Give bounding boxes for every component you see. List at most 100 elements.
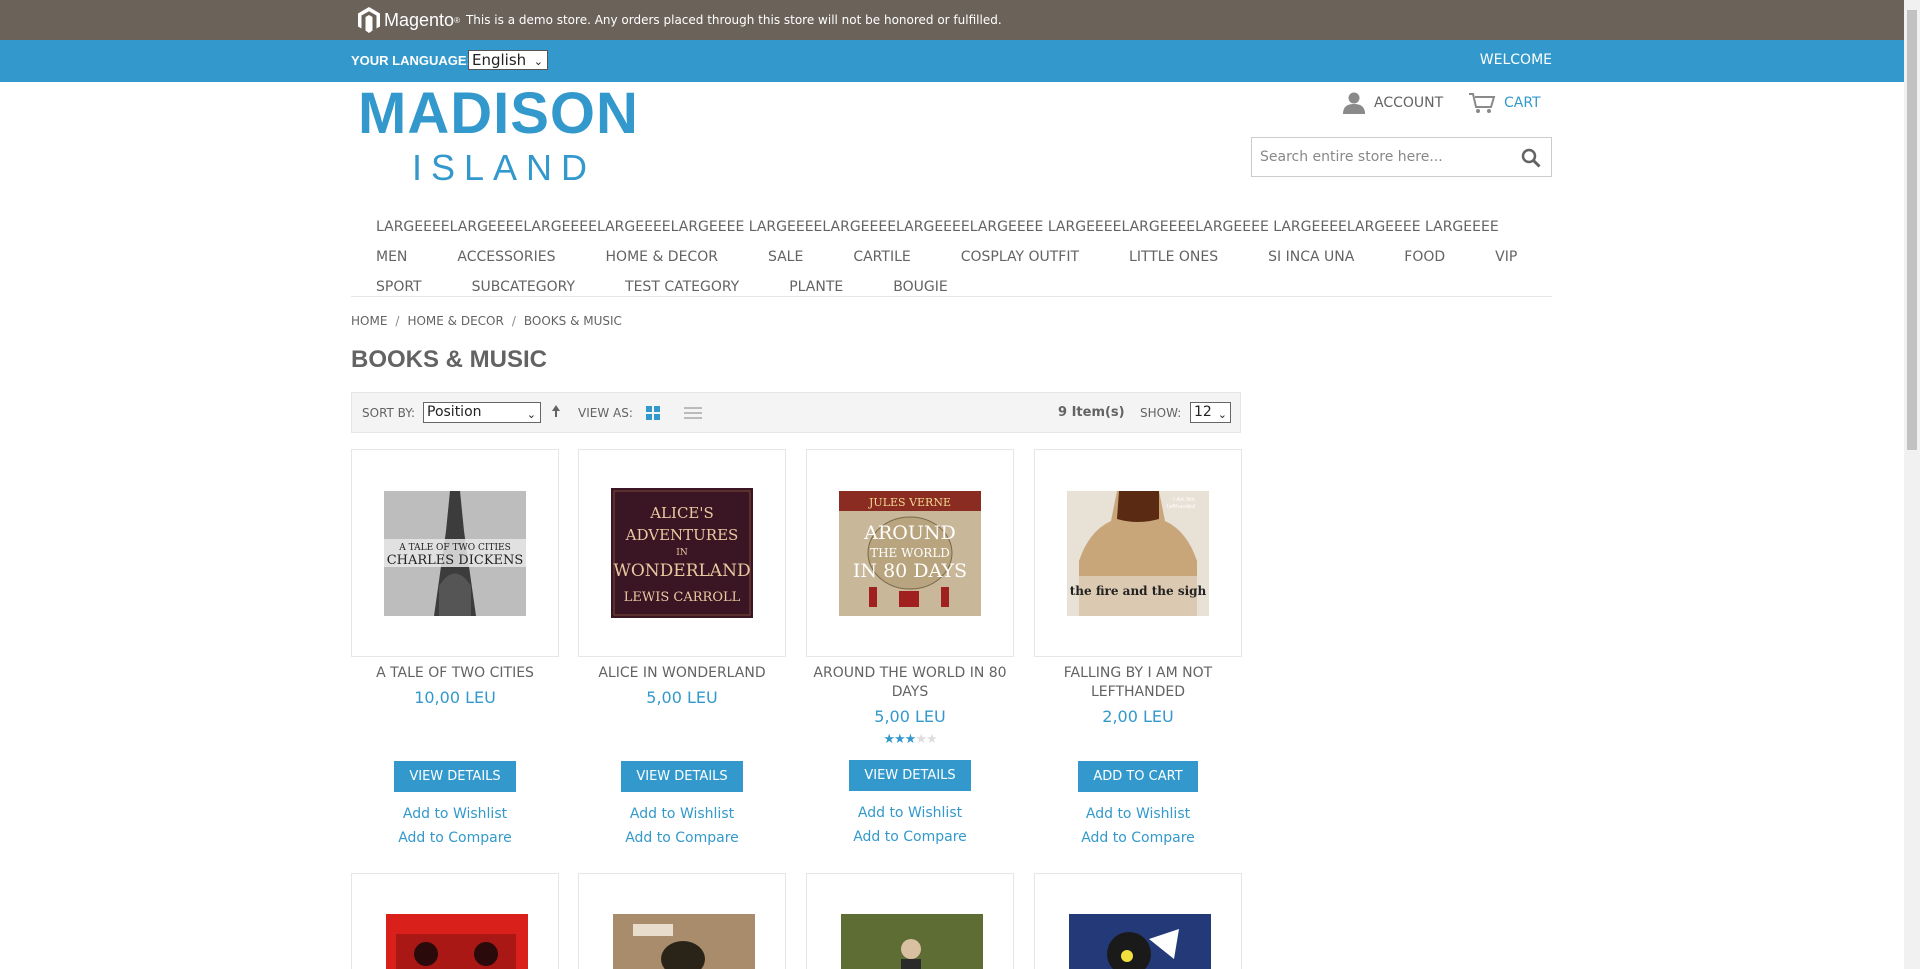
- chevron-down-icon: ⌄: [1217, 408, 1227, 421]
- nav-item-sale[interactable]: SALE: [768, 249, 803, 265]
- nav-row-1: LARGEEEELARGEEEELARGEEEELARGEEEELARGEEEE…: [376, 212, 1556, 242]
- product-card: ALICE'S ADVENTURES IN WONDERLAND LEWIS C…: [578, 449, 786, 850]
- svg-text:IN: IN: [676, 548, 688, 558]
- page-scrollbar[interactable]: [1904, 0, 1920, 969]
- add-to-wishlist-link[interactable]: Add to Wishlist: [351, 802, 559, 826]
- svg-text:AROUND: AROUND: [863, 522, 955, 544]
- language-selected-value: English: [472, 51, 527, 69]
- product-price: 2,00 LEU: [1102, 707, 1174, 726]
- language-bar: YOUR LANGUAGE: English ⌄ WELCOME: [0, 40, 1904, 82]
- nav-item-subcategory[interactable]: SUBCATEGORY: [472, 279, 575, 295]
- product-name[interactable]: ALICE IN WONDERLAND: [578, 664, 786, 683]
- grid-view-icon[interactable]: [646, 406, 660, 420]
- product-image: the fire and the sigh I Am Not Lefthande…: [1067, 490, 1209, 616]
- nav-item-little-ones[interactable]: LITTLE ONES: [1129, 249, 1218, 265]
- product-card: JULES VERNE AROUND THE WORLD IN 80 DAYS …: [806, 449, 1014, 849]
- sort-by-value: Position: [427, 404, 482, 420]
- nav-item-home-decor[interactable]: HOME & DECOR: [606, 249, 718, 265]
- nav-item-plante[interactable]: PLANTE: [789, 279, 843, 295]
- add-to-compare-link[interactable]: Add to Compare: [1034, 826, 1242, 850]
- star-filled-icon: ★: [904, 732, 917, 747]
- product-image-link[interactable]: ALICE'S ADVENTURES IN WONDERLAND LEWIS C…: [578, 449, 786, 657]
- nav-item-vip[interactable]: VIP: [1495, 249, 1517, 265]
- demo-notice-text: This is a demo store. Any orders placed …: [465, 13, 1002, 27]
- breadcrumb-home-decor[interactable]: HOME & DECOR: [407, 314, 503, 328]
- product-name[interactable]: A TALE OF TWO CITIES: [351, 664, 559, 683]
- account-label: ACCOUNT: [1374, 95, 1444, 111]
- product-image-link[interactable]: [806, 873, 1014, 969]
- magento-brand-text: Magento: [384, 9, 455, 30]
- nav-row-2: MEN ACCESSORIES HOME & DECOR SALE CARTIL…: [376, 242, 1556, 272]
- page-title: BOOKS & MUSIC: [351, 346, 548, 373]
- breadcrumb-home[interactable]: HOME: [351, 314, 387, 328]
- view-details-button[interactable]: VIEW DETAILS: [394, 761, 516, 792]
- language-select[interactable]: English ⌄: [468, 50, 548, 70]
- sort-by-select[interactable]: Position ⌄: [423, 402, 541, 423]
- svg-text:ADVENTURES: ADVENTURES: [625, 526, 739, 544]
- product-name[interactable]: AROUND THE WORLD IN 80 DAYS: [806, 664, 1014, 702]
- product-image-link[interactable]: [578, 873, 786, 969]
- view-details-button[interactable]: VIEW DETAILS: [621, 761, 743, 792]
- product-card: the fire and the sigh I Am Not Lefthande…: [1034, 449, 1242, 850]
- cover-title: the fire and the sigh: [1070, 584, 1207, 598]
- nav-item-si-inca-una[interactable]: SI INCA UNA: [1268, 249, 1354, 265]
- product-price: 5,00 LEU: [874, 707, 946, 726]
- nav-item-sport[interactable]: SPORT: [376, 279, 422, 295]
- store-logo[interactable]: MADISON ISLAND: [358, 84, 638, 188]
- view-details-button[interactable]: VIEW DETAILS: [849, 760, 971, 791]
- search-input[interactable]: Search entire store here...: [1260, 149, 1443, 165]
- add-to-compare-link[interactable]: Add to Compare: [351, 826, 559, 850]
- product-toolbar: SORT BY: Position ⌄ VIEW AS: 9 Item(s) S…: [351, 392, 1241, 433]
- star-filled-icon: ★: [883, 732, 895, 747]
- add-to-cart-button[interactable]: ADD TO CART: [1078, 761, 1198, 792]
- nav-item-men[interactable]: MEN: [376, 249, 407, 265]
- add-to-compare-link[interactable]: Add to Compare: [578, 826, 786, 850]
- nav-item-cartile[interactable]: CARTILE: [853, 249, 910, 265]
- nav-row-3: SPORT SUBCATEGORY TEST CATEGORY PLANTE B…: [376, 272, 1556, 302]
- sort-direction-icon[interactable]: [551, 403, 561, 419]
- nav-item-accessories[interactable]: ACCESSORIES: [457, 249, 555, 265]
- product-price: 5,00 LEU: [646, 688, 718, 707]
- nav-item-largeeee[interactable]: LARGEEEELARGEEEELARGEEEELARGEEEELARGEEEE…: [376, 219, 1499, 235]
- cart-link[interactable]: CART: [1468, 92, 1541, 114]
- product-image-link[interactable]: [1034, 873, 1242, 969]
- breadcrumb-current: BOOKS & MUSIC: [523, 314, 622, 328]
- cover-author: JULES VERNE: [868, 496, 951, 509]
- limit-select[interactable]: 12 ⌄: [1190, 402, 1231, 423]
- logo-line-2: ISLAND: [412, 147, 597, 188]
- product-image-link[interactable]: the fire and the sigh I Am Not Lefthande…: [1034, 449, 1242, 657]
- nav-item-test-category[interactable]: TEST CATEGORY: [625, 279, 739, 295]
- breadcrumb-separator: /: [511, 314, 516, 328]
- cover-title: A TALE OF TWO CITIES: [398, 543, 511, 553]
- account-link[interactable]: ACCOUNT: [1342, 92, 1443, 114]
- magento-logo: Magento ®: [358, 7, 460, 33]
- cart-icon: [1469, 93, 1496, 113]
- star-filled-icon: ★: [894, 732, 906, 747]
- rating-stars[interactable]: ★★★★★: [806, 732, 1014, 747]
- nav-divider: [351, 296, 1552, 297]
- svg-text:WONDERLAND: WONDERLAND: [613, 561, 750, 581]
- chevron-down-icon: ⌄: [533, 55, 543, 68]
- add-to-compare-link[interactable]: Add to Compare: [806, 825, 1014, 849]
- search-icon[interactable]: [1521, 148, 1541, 168]
- breadcrumb-separator: /: [395, 314, 400, 328]
- list-view-icon[interactable]: [684, 406, 702, 420]
- nav-item-food[interactable]: FOOD: [1404, 249, 1445, 265]
- cover-author: LEWIS CARROLL: [624, 590, 741, 605]
- add-to-wishlist-link[interactable]: Add to Wishlist: [1034, 802, 1242, 826]
- product-image-link[interactable]: A TALE OF TWO CITIES CHARLES DICKENS: [351, 449, 559, 657]
- product-image-link[interactable]: [351, 873, 559, 969]
- product-name[interactable]: FALLING BY I AM NOT LEFTHANDED: [1034, 664, 1242, 702]
- product-image-link[interactable]: JULES VERNE AROUND THE WORLD IN 80 DAYS: [806, 449, 1014, 657]
- cover-author: CHARLES DICKENS: [387, 553, 524, 568]
- scrollbar-thumb[interactable]: [1907, 10, 1917, 450]
- nav-item-bougie[interactable]: BOUGIE: [893, 279, 947, 295]
- search-box[interactable]: Search entire store here...: [1251, 137, 1552, 177]
- add-to-wishlist-link[interactable]: Add to Wishlist: [578, 802, 786, 826]
- nav-item-cosplay-outfit[interactable]: COSPLAY OUTFIT: [961, 249, 1079, 265]
- main-navigation: LARGEEEELARGEEEELARGEEEELARGEEEELARGEEEE…: [376, 212, 1556, 302]
- product-card: A TALE OF TWO CITIES CHARLES DICKENS A T…: [351, 449, 559, 850]
- add-to-wishlist-link[interactable]: Add to Wishlist: [806, 801, 1014, 825]
- items-count: 9 Item(s): [1058, 405, 1125, 420]
- logo-line-1: MADISON: [358, 81, 639, 146]
